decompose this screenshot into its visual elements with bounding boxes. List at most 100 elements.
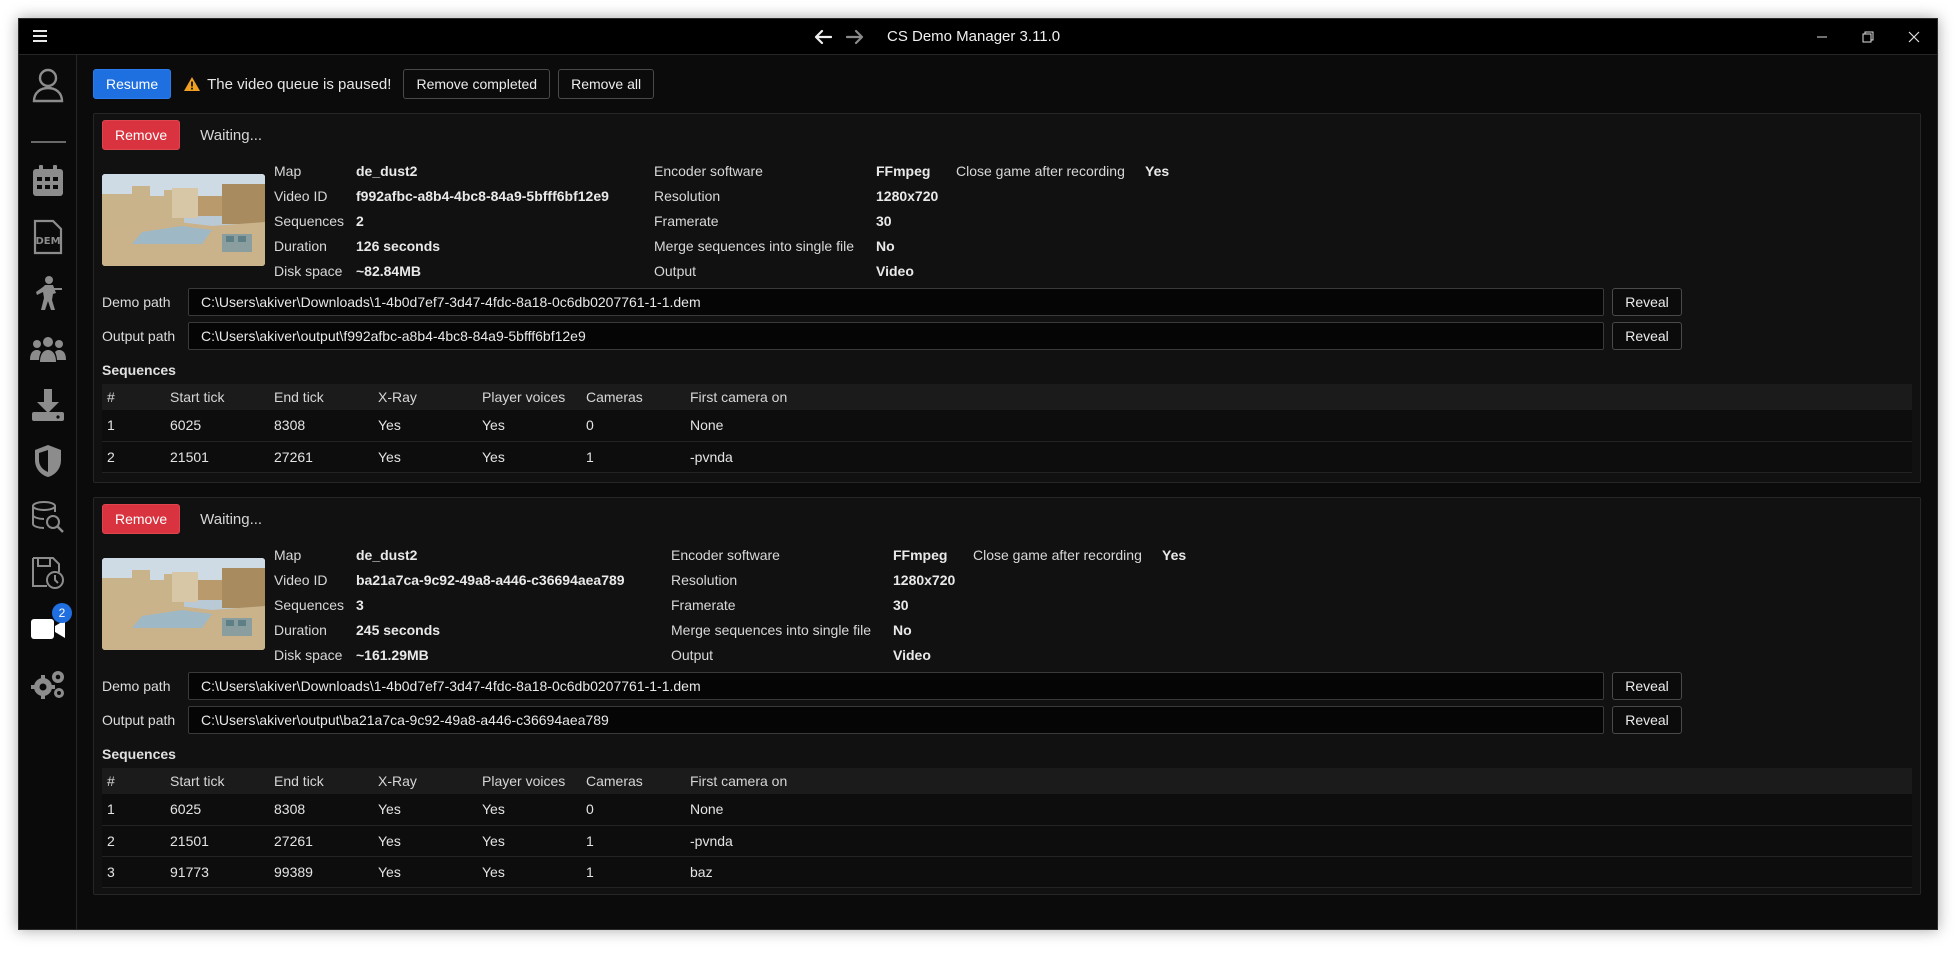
output-label: Output bbox=[654, 262, 697, 279]
hamburger-menu-icon[interactable] bbox=[33, 27, 53, 47]
save-clock-icon[interactable] bbox=[28, 553, 68, 593]
forward-arrow-icon[interactable] bbox=[843, 25, 867, 49]
cell: -pvnda bbox=[685, 441, 1912, 473]
video-card: Remove Waiting... Map de_dust2 Video ID … bbox=[93, 497, 1921, 895]
table-row: 2 21501 27261 Yes Yes 1 -pvnda bbox=[102, 441, 1912, 473]
col-number: # bbox=[107, 773, 115, 789]
cell: Yes bbox=[373, 825, 477, 857]
remove-all-button[interactable]: Remove all bbox=[558, 69, 655, 99]
col-first-camera: First camera on bbox=[690, 389, 788, 405]
video-info-middle: Encoder software FFmpeg Resolution 1280x72… bbox=[671, 542, 955, 667]
cell: None bbox=[685, 410, 1912, 442]
framerate-label: Framerate bbox=[671, 596, 736, 613]
cell: Yes bbox=[477, 794, 581, 826]
framerate-label: Framerate bbox=[654, 212, 719, 229]
cell: 1 bbox=[581, 825, 685, 857]
sidebar-divider bbox=[31, 141, 66, 143]
video-info-left: Map de_dust2 Video ID ba21a7ca-9c92-49a8-a… bbox=[274, 542, 625, 667]
cell: 3 bbox=[102, 856, 165, 888]
window-title: CS Demo Manager 3.11.0 bbox=[887, 28, 1061, 45]
demo-path-field[interactable]: C:\Users\akiver\Downloads\1-4b0d7ef7-3d4… bbox=[188, 672, 1604, 700]
cell: 99389 bbox=[269, 856, 373, 888]
remove-button[interactable]: Remove bbox=[102, 504, 181, 534]
merge-sequences-label: Merge sequences into single file bbox=[671, 621, 872, 638]
cell: None bbox=[685, 794, 1912, 826]
video-id-label: Video ID bbox=[274, 187, 328, 204]
col-number: # bbox=[107, 389, 115, 405]
table-row: 1 6025 8308 Yes Yes 0 None bbox=[102, 410, 1912, 442]
sequences-label: Sequences bbox=[274, 212, 345, 229]
database-search-icon[interactable] bbox=[28, 497, 68, 537]
demo-path-label: Demo path bbox=[102, 678, 171, 694]
cell: 21501 bbox=[165, 441, 269, 473]
cell: Yes bbox=[477, 825, 581, 857]
video-queue-panel: Resume The video queue is paused! Remove… bbox=[77, 55, 1937, 929]
video-card: Remove Waiting... Map de_dust2 Video ID … bbox=[93, 113, 1921, 483]
resume-button[interactable]: Resume bbox=[93, 69, 172, 99]
svg-text:DEM: DEM bbox=[35, 236, 60, 247]
output-path-label: Output path bbox=[102, 712, 176, 728]
map-value: de_dust2 bbox=[356, 546, 418, 563]
close-icon[interactable] bbox=[1891, 19, 1937, 55]
framerate-value: 30 bbox=[893, 596, 909, 613]
cell: 8308 bbox=[269, 794, 373, 826]
gears-icon[interactable] bbox=[28, 665, 68, 705]
merge-sequences-label: Merge sequences into single file bbox=[654, 237, 855, 254]
cell: Yes bbox=[373, 410, 477, 442]
output-path-field[interactable]: C:\Users\akiver\output\ba21a7ca-9c92-49a… bbox=[188, 706, 1604, 734]
download-icon[interactable] bbox=[28, 385, 68, 425]
video-id-label: Video ID bbox=[274, 571, 328, 588]
cell: Yes bbox=[477, 856, 581, 888]
map-label: Map bbox=[274, 162, 302, 179]
back-arrow-icon[interactable] bbox=[811, 25, 835, 49]
map-thumbnail bbox=[102, 558, 265, 650]
video-info-right: Close game after recording Yes bbox=[956, 158, 1169, 183]
video-info-right: Close game after recording Yes bbox=[973, 542, 1186, 567]
close-game-value: Yes bbox=[1145, 162, 1170, 179]
minimize-icon[interactable] bbox=[1799, 19, 1845, 55]
sequences-table: # Start tick End tick X-Ray Player voice… bbox=[102, 384, 1912, 473]
cell: 1 bbox=[581, 441, 685, 473]
resolution-label: Resolution bbox=[671, 571, 738, 588]
col-start-tick: Start tick bbox=[170, 389, 225, 405]
output-path-label: Output path bbox=[102, 328, 176, 344]
video-info-middle: Encoder software FFmpeg Resolution 1280x72… bbox=[654, 158, 938, 283]
cell: 27261 bbox=[269, 441, 373, 473]
reveal-demo-button[interactable]: Reveal bbox=[1612, 288, 1682, 316]
cell: 1 bbox=[581, 856, 685, 888]
video-id-value: ba21a7ca-9c92-49a8-a446-c36694aea789 bbox=[356, 571, 625, 588]
dem-file-icon[interactable]: DEM bbox=[28, 217, 68, 257]
video-camera-icon[interactable]: 2 bbox=[28, 603, 72, 649]
col-player-voices: Player voices bbox=[482, 773, 566, 789]
cell: 21501 bbox=[165, 825, 269, 857]
reveal-output-button[interactable]: Reveal bbox=[1612, 322, 1682, 350]
sequences-value: 3 bbox=[356, 596, 364, 613]
demo-path-row: Demo path C:\Users\akiver\Downloads\1-4b… bbox=[102, 288, 1682, 316]
cell: 0 bbox=[581, 410, 685, 442]
queue-toolbar: Resume The video queue is paused! Remove… bbox=[93, 69, 655, 99]
queue-paused-warning: The video queue is paused! bbox=[183, 76, 391, 93]
output-path-field[interactable]: C:\Users\akiver\output\f992afbc-a8b4-4bc… bbox=[188, 322, 1604, 350]
table-header: # Start tick End tick X-Ray Player voice… bbox=[102, 768, 1912, 794]
cell: 27261 bbox=[269, 825, 373, 857]
reveal-output-button[interactable]: Reveal bbox=[1612, 706, 1682, 734]
demo-path-field[interactable]: C:\Users\akiver\Downloads\1-4b0d7ef7-3d4… bbox=[188, 288, 1604, 316]
user-icon[interactable] bbox=[28, 65, 68, 105]
output-label: Output bbox=[671, 646, 714, 663]
remove-button[interactable]: Remove bbox=[102, 120, 181, 150]
reveal-demo-button[interactable]: Reveal bbox=[1612, 672, 1682, 700]
restore-icon[interactable] bbox=[1845, 19, 1891, 55]
cell: 2 bbox=[102, 441, 165, 473]
soldier-icon[interactable] bbox=[28, 273, 68, 313]
calendar-icon[interactable] bbox=[28, 161, 68, 201]
remove-completed-button[interactable]: Remove completed bbox=[403, 69, 551, 99]
disk-space-value: ~161.29MB bbox=[356, 646, 429, 663]
cell: Yes bbox=[373, 856, 477, 888]
table-row: 2 21501 27261 Yes Yes 1 -pvnda bbox=[102, 825, 1912, 857]
table-row: 3 91773 99389 Yes Yes 1 baz bbox=[102, 856, 1912, 888]
col-first-camera: First camera on bbox=[690, 773, 788, 789]
team-icon[interactable] bbox=[28, 329, 68, 369]
sequences-heading: Sequences bbox=[102, 362, 176, 378]
shield-icon[interactable] bbox=[28, 441, 68, 481]
cell: Yes bbox=[373, 441, 477, 473]
